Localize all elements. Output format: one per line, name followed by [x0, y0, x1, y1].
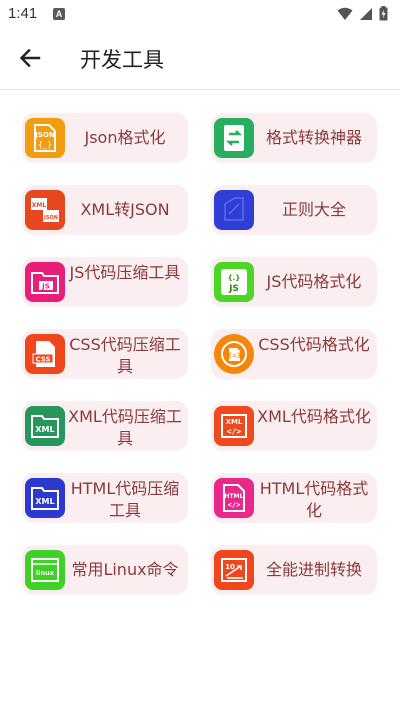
svg-text:{_}: {_}: [38, 140, 52, 149]
status-bar: 1:41 A: [0, 0, 400, 28]
svg-text:{=}: {=}: [228, 353, 242, 360]
tool-card-css-format[interactable]: {=} CSS代码格式化: [211, 329, 377, 379]
tool-card-html-compress[interactable]: XML HTML代码压缩工具: [22, 473, 188, 523]
tool-label: XML代码格式化: [257, 407, 371, 426]
arrow-left-icon: [19, 48, 41, 68]
html-file-icon: HTML </>: [214, 478, 254, 518]
xml-folder-icon: XML: [25, 406, 65, 446]
js-folder-icon: JS: [25, 262, 65, 302]
tool-label: 常用Linux命令: [71, 560, 179, 579]
notification-icon: A: [53, 8, 65, 20]
back-button[interactable]: [14, 42, 46, 74]
svg-text:XML: XML: [35, 497, 54, 506]
svg-text:JSON: JSON: [43, 215, 58, 221]
tool-card-js-compress[interactable]: JS JS代码压缩工具: [22, 257, 188, 307]
svg-text:{.}: {.}: [228, 274, 241, 282]
css-file-icon: CSS: [25, 334, 65, 374]
svg-text:XML: XML: [226, 418, 243, 426]
tool-card-format-convert[interactable]: 格式转换神器: [211, 113, 377, 163]
tool-label: HTML代码格式化: [259, 479, 369, 520]
tool-card-css-compress[interactable]: CSS CSS代码压缩工具: [22, 329, 188, 379]
status-icons: [337, 6, 388, 21]
xml-to-json-icon: XML JSON: [25, 190, 65, 230]
tool-card-html-format[interactable]: HTML </> HTML代码格式化: [211, 473, 377, 523]
tool-label: CSS代码压缩工具: [69, 335, 181, 376]
svg-text:CSS: CSS: [35, 356, 50, 364]
tool-label: XML代码压缩工具: [68, 407, 182, 448]
svg-text:JS: JS: [228, 284, 239, 294]
tool-label: JS代码压缩工具: [69, 263, 181, 282]
svg-text:HTML: HTML: [225, 493, 244, 500]
number-convert-icon: 10: [214, 550, 254, 590]
linux-icon: linux: [25, 550, 65, 590]
tool-label: Json格式化: [84, 128, 166, 147]
tool-card-linux-commands[interactable]: linux 常用Linux命令: [22, 545, 188, 595]
tool-label: 格式转换神器: [265, 128, 362, 147]
regex-icon: [214, 190, 254, 230]
tool-label: JS代码格式化: [266, 272, 362, 291]
css-format-icon: {=}: [214, 334, 254, 374]
svg-text:</>: </>: [227, 427, 242, 436]
divider: [0, 89, 400, 90]
tool-card-xml-format[interactable]: XML </> XML代码格式化: [211, 401, 377, 451]
html-folder-icon: XML: [25, 478, 65, 518]
tool-card-js-format[interactable]: {.} JS JS代码格式化: [211, 257, 377, 307]
tool-label: 正则大全: [281, 200, 346, 219]
json-file-icon: JSON {_}: [25, 118, 65, 158]
svg-text:10: 10: [225, 563, 235, 571]
status-time: 1:41: [8, 5, 38, 22]
battery-icon: [379, 6, 388, 21]
tool-card-json-format[interactable]: JSON {_} Json格式化: [22, 113, 188, 163]
svg-text:linux: linux: [36, 569, 55, 577]
tool-label: 全能进制转换: [265, 560, 362, 579]
svg-text:XML: XML: [35, 425, 54, 434]
convert-icon: [214, 118, 254, 158]
app-bar: 开发工具: [0, 28, 400, 88]
tool-card-xml-compress[interactable]: XML XML代码压缩工具: [22, 401, 188, 451]
tool-card-xml-to-json[interactable]: XML JSON XML转JSON: [22, 185, 188, 235]
tool-card-regex[interactable]: 正则大全: [211, 185, 377, 235]
svg-text:JSON: JSON: [34, 131, 55, 139]
svg-text:</>: </>: [228, 501, 241, 509]
tool-label: XML转JSON: [80, 200, 170, 219]
svg-text:JS: JS: [41, 283, 50, 291]
page-title: 开发工具: [80, 48, 164, 72]
tool-label: HTML代码压缩工具: [70, 479, 180, 520]
tool-card-base-convert[interactable]: 10 全能进制转换: [211, 545, 377, 595]
svg-text:XML: XML: [32, 202, 47, 209]
signal-icon: [360, 7, 372, 20]
xml-format-icon: XML </>: [214, 406, 254, 446]
wifi-icon: [337, 7, 353, 20]
tool-label: CSS代码格式化: [258, 335, 370, 354]
js-format-icon: {.} JS: [214, 262, 254, 302]
